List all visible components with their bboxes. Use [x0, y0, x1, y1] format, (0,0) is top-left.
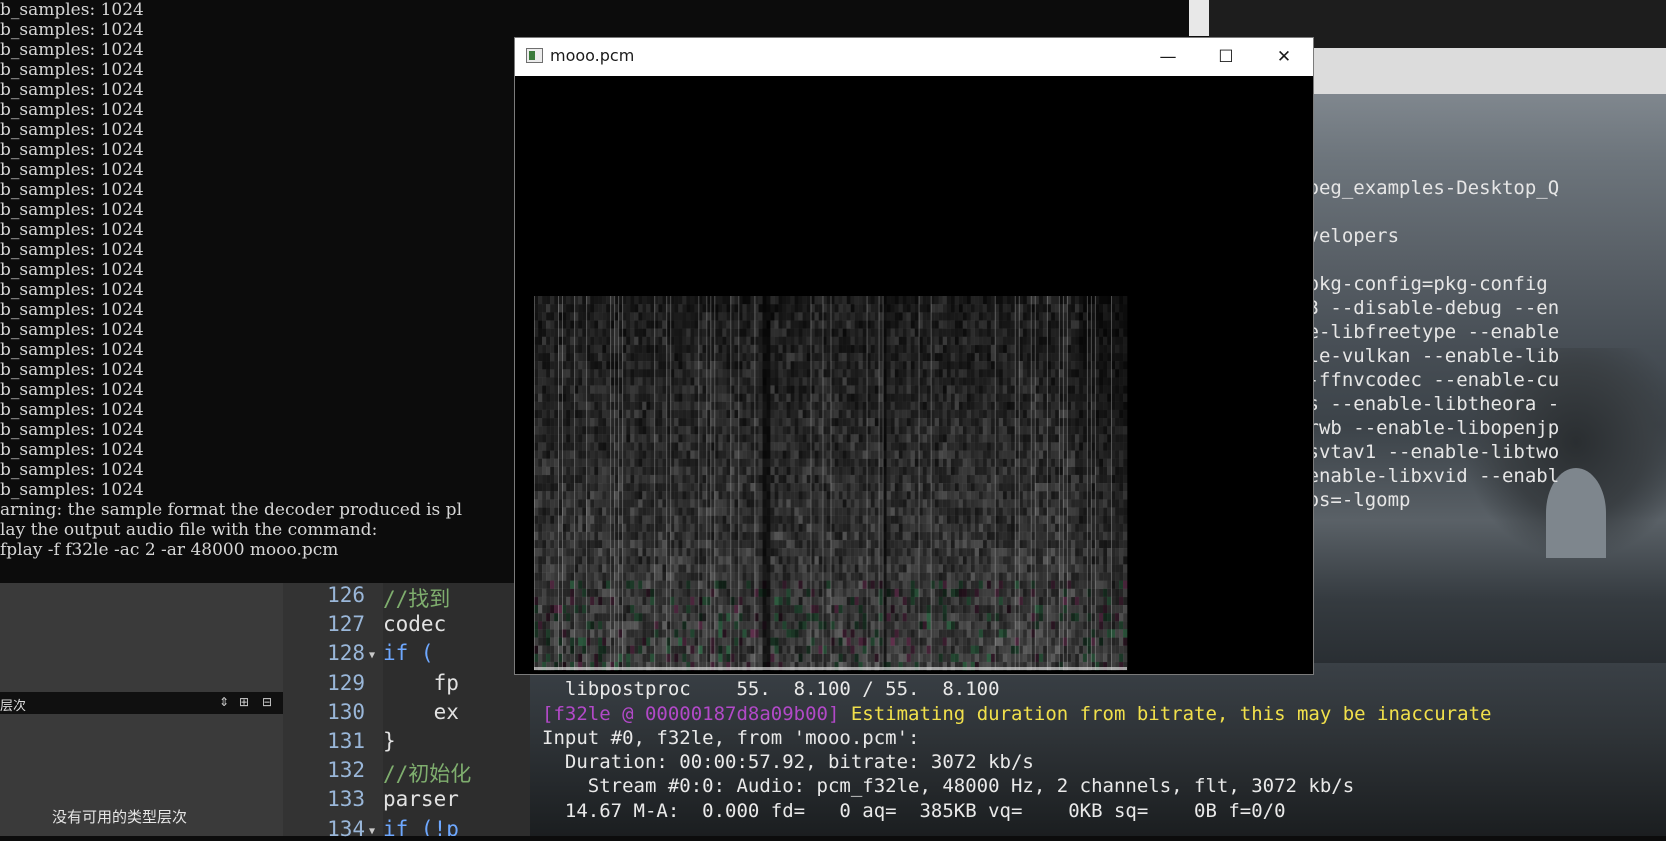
code-line: codec: [383, 612, 447, 637]
console-line: b_samples: 1024: [0, 300, 144, 320]
ffplay-titlebar[interactable]: mooo.pcm — ☐ ✕: [515, 38, 1313, 76]
terminal-output-line: 14.67 M-A: 0.000 fd= 0 aq= 385KB vq= 0KB…: [542, 800, 1286, 822]
console-line: b_samples: 1024: [0, 20, 144, 40]
ffplay-app-icon: [526, 48, 543, 63]
console-line: b_samples: 1024: [0, 420, 144, 440]
close-pane-icon[interactable]: ⊟: [262, 695, 272, 709]
terminal-output-line: [f32le @ 00000187d8a09b00] Estimating du…: [542, 703, 1491, 725]
line-number: 130: [327, 699, 365, 724]
console-line: b_samples: 1024: [0, 280, 144, 300]
console-line: b_samples: 1024: [0, 240, 144, 260]
terminal-output-line: libpostproc 55. 8.100 / 55. 8.100: [542, 678, 1000, 700]
fold-arrow-icon[interactable]: ▼: [369, 826, 375, 837]
warning-message: Estimating duration from bitrate, this m…: [839, 703, 1492, 725]
console-line: b_samples: 1024: [0, 80, 144, 100]
code-line: parser: [383, 787, 459, 812]
code-line: ex: [383, 699, 459, 724]
console-line: b_samples: 1024: [0, 380, 144, 400]
window-edge-strip: [1189, 0, 1209, 36]
window-title: mooo.pcm: [550, 46, 635, 65]
close-button[interactable]: ✕: [1255, 38, 1313, 76]
line-number: 126: [327, 583, 365, 607]
audio-spectrogram: [534, 296, 1128, 671]
console-line: b_samples: 1024: [0, 260, 144, 280]
console-line: b_samples: 1024: [0, 140, 144, 160]
console-line: b_samples: 1024: [0, 440, 144, 460]
spectrogram-texture: [534, 296, 1128, 671]
minimize-button[interactable]: —: [1139, 38, 1197, 76]
line-number: 134: [327, 816, 365, 841]
console-line: b_samples: 1024: [0, 40, 144, 60]
terminal-output-line: Input #0, f32le, from 'mooo.pcm':: [542, 727, 920, 749]
line-number: 129: [327, 670, 365, 695]
line-number: 128: [327, 641, 365, 666]
maximize-button[interactable]: ☐: [1197, 38, 1255, 76]
line-number: 132: [327, 758, 365, 783]
console-line: fplay -f f32le -ac 2 -ar 48000 mooo.pcm: [0, 540, 339, 560]
console-line: b_samples: 1024: [0, 220, 144, 240]
console-line: b_samples: 1024: [0, 160, 144, 180]
console-line: b_samples: 1024: [0, 100, 144, 120]
editor-line-gutter: 126 127 128 129 130 131 132 133 134 ▼ ▼: [283, 583, 383, 841]
console-line: b_samples: 1024: [0, 320, 144, 340]
console-line: b_samples: 1024: [0, 480, 144, 500]
log-source-tag: [f32le @ 00000187d8a09b00]: [542, 703, 840, 725]
console-line: b_samples: 1024: [0, 200, 144, 220]
terminal-output-line: Stream #0:0: Audio: pcm_f32le, 48000 Hz,…: [542, 775, 1355, 797]
console-line: b_samples: 1024: [0, 120, 144, 140]
console-line: b_samples: 1024: [0, 360, 144, 380]
code-line: if (!p: [383, 816, 459, 836]
line-number: 127: [327, 612, 365, 637]
console-line: b_samples: 1024: [0, 180, 144, 200]
console-line: b_samples: 1024: [0, 60, 144, 80]
code-line: fp: [383, 670, 459, 695]
console-output: b_samples: 1024 b_samples: 1024 b_samples:…: [0, 0, 462, 560]
code-line: //找到: [383, 587, 451, 611]
line-number: 133: [327, 787, 365, 812]
terminal-output-line: Duration: 00:00:57.92, bitrate: 3072 kb/…: [542, 751, 1034, 773]
console-line: b_samples: 1024: [0, 400, 144, 420]
ffplay-console-output: libpostproc 55. 8.100 / 55. 8.100 [f32le …: [530, 663, 1666, 836]
combo-arrows-icon[interactable]: ⇕: [219, 695, 229, 709]
class-view-empty-message: 没有可用的类型层次: [52, 808, 188, 826]
code-line: //初始化: [383, 762, 472, 787]
console-line: arning: the sample format the decoder pr…: [0, 500, 463, 520]
code-line: if (: [383, 641, 434, 666]
ide-class-view-toolbar: 层次 ⇕ ⊞ ⊟: [0, 692, 283, 714]
console-line: b_samples: 1024: [0, 460, 144, 480]
console-line: lay the output audio file with the comma…: [0, 520, 378, 540]
console-line: b_samples: 1024: [0, 340, 144, 360]
code-line: }: [383, 729, 396, 753]
console-line: b_samples: 1024: [0, 0, 144, 20]
class-view-label[interactable]: 层次: [0, 695, 26, 714]
fold-arrow-icon[interactable]: ▼: [369, 650, 375, 661]
line-number: 131: [327, 729, 365, 753]
split-view-icon[interactable]: ⊞: [239, 695, 249, 709]
ffplay-window[interactable]: mooo.pcm — ☐ ✕: [514, 37, 1314, 675]
